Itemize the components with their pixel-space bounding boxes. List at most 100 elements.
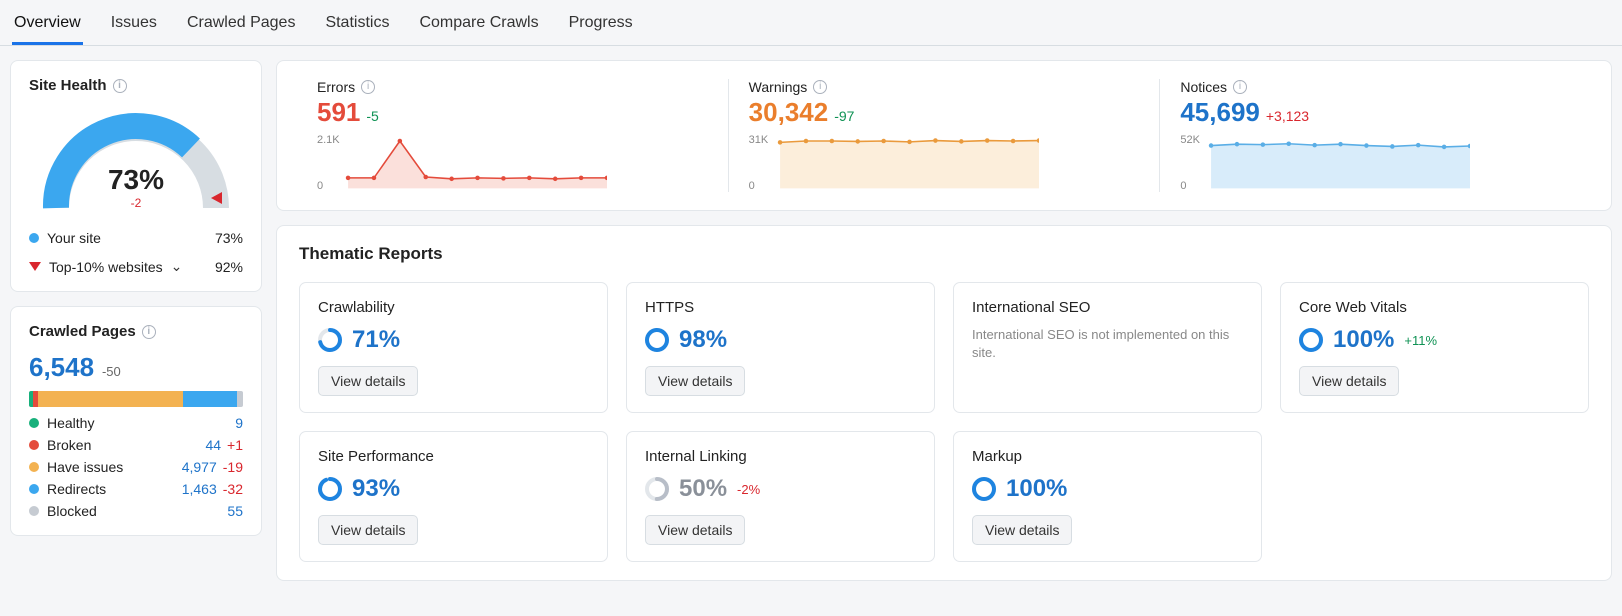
info-icon[interactable]: i: [1233, 80, 1247, 94]
spark-ytick0: 0: [1180, 180, 1186, 192]
info-icon[interactable]: i: [813, 80, 827, 94]
crawled-row[interactable]: Broken 44 +1: [29, 437, 243, 453]
crawled-title: Crawled Pages: [29, 323, 136, 340]
crawled-row-val: 9: [235, 415, 243, 431]
report-pct: 100%: [1333, 326, 1394, 354]
summary-label: Errors: [317, 79, 355, 95]
tab-statistics[interactable]: Statistics: [323, 8, 391, 45]
summary-delta: -97: [834, 108, 854, 124]
crawled-row-label: Blocked: [47, 503, 97, 519]
view-details-button[interactable]: View details: [972, 515, 1072, 545]
dot-icon: [29, 440, 39, 450]
site-health-card: Site Health i 73% -2: [10, 60, 262, 292]
report-title: International SEO: [972, 299, 1243, 316]
dot-icon: [29, 506, 39, 516]
report-title: HTTPS: [645, 299, 916, 316]
info-icon[interactable]: i: [113, 79, 127, 93]
progress-ring-icon: [645, 328, 669, 352]
thematic-title: Thematic Reports: [299, 244, 1589, 264]
progress-ring-icon: [645, 477, 669, 501]
health-pct: 73%: [36, 164, 236, 196]
report-pct: 93%: [352, 475, 400, 503]
crawled-row-val: 55: [227, 503, 243, 519]
crawled-row[interactable]: Redirects 1,463 -32: [29, 481, 243, 497]
crawled-row-delta: -32: [223, 481, 243, 497]
summary-value: 45,699: [1180, 97, 1260, 127]
top-val: 92%: [215, 259, 243, 275]
crawled-row[interactable]: Blocked 55: [29, 503, 243, 519]
report-card-international-seo: International SEO International SEO is no…: [953, 282, 1262, 413]
crawled-row-delta: -19: [223, 459, 243, 475]
report-delta: -2%: [737, 482, 760, 497]
dot-icon: [29, 233, 39, 243]
summary-card: Errorsi591-52.1K0Warningsi30,342-9731K0N…: [276, 60, 1612, 211]
report-delta: +11%: [1404, 333, 1437, 348]
report-pct: 100%: [1006, 475, 1067, 503]
summary-delta: -5: [366, 108, 378, 124]
crawled-row[interactable]: Have issues 4,977 -19: [29, 459, 243, 475]
dot-icon: [29, 462, 39, 472]
dot-icon: [29, 484, 39, 494]
health-delta: -2: [36, 196, 236, 210]
report-title: Internal Linking: [645, 448, 916, 465]
progress-ring-icon: [318, 328, 342, 352]
tab-crawled-pages[interactable]: Crawled Pages: [185, 8, 298, 45]
top10-selector[interactable]: Top-10% websites ⌄: [29, 258, 182, 275]
triangle-down-icon: [29, 262, 41, 271]
report-pct: 98%: [679, 326, 727, 354]
summary-value: 591: [317, 97, 360, 127]
spark-ytick0: 0: [749, 180, 755, 192]
dot-icon: [29, 418, 39, 428]
report-card-site-performance: Site Performance 93% View details: [299, 431, 608, 562]
summary-delta: +3,123: [1266, 108, 1309, 124]
crawled-delta: -50: [102, 364, 121, 379]
report-card-internal-linking: Internal Linking 50% -2% View details: [626, 431, 935, 562]
tab-overview[interactable]: Overview: [12, 8, 83, 45]
crawled-pages-card: Crawled Pages i 6,548 -50 Healthy 9 Broken…: [10, 306, 262, 536]
thematic-reports-card: Thematic Reports Crawlability71%View det…: [276, 225, 1612, 581]
report-card-https: HTTPS 98% View details: [626, 282, 935, 413]
summary-value: 30,342: [749, 97, 829, 127]
site-health-title: Site Health: [29, 77, 107, 94]
crawled-row-label: Redirects: [47, 481, 106, 497]
summary-warnings[interactable]: Warningsi30,342-9731K0: [728, 79, 1160, 192]
summary-label: Warnings: [749, 79, 808, 95]
report-card-core-web-vitals: Core Web Vitals100%+11%View details: [1280, 282, 1589, 413]
spark-ytick: 2.1K: [317, 134, 340, 146]
your-site-label: Your site: [47, 230, 101, 246]
view-details-button[interactable]: View details: [318, 366, 418, 396]
view-details-button[interactable]: View details: [318, 515, 418, 545]
crawled-row[interactable]: Healthy 9: [29, 415, 243, 431]
sparkline: [317, 134, 607, 189]
crawled-row-val: 44: [205, 437, 221, 453]
chevron-down-icon: ⌄: [171, 258, 183, 275]
info-icon[interactable]: i: [361, 80, 375, 94]
view-details-button[interactable]: View details: [645, 515, 745, 545]
report-pct: 50%: [679, 475, 727, 503]
crawled-row-label: Broken: [47, 437, 91, 453]
summary-errors[interactable]: Errorsi591-52.1K0: [297, 79, 728, 192]
view-details-button[interactable]: View details: [645, 366, 745, 396]
report-note: International SEO is not implemented on …: [972, 326, 1243, 362]
report-title: Markup: [972, 448, 1243, 465]
report-title: Site Performance: [318, 448, 589, 465]
tab-issues[interactable]: Issues: [109, 8, 159, 45]
view-details-button[interactable]: View details: [1299, 366, 1399, 396]
crawled-row-label: Healthy: [47, 415, 94, 431]
crawled-row-delta: +1: [227, 437, 243, 453]
your-site-val: 73%: [215, 230, 243, 246]
crawled-row-label: Have issues: [47, 459, 123, 475]
health-gauge: 73% -2: [36, 108, 236, 218]
crawled-row-val: 4,977: [182, 459, 217, 475]
info-icon[interactable]: i: [142, 325, 156, 339]
crawled-total[interactable]: 6,548: [29, 352, 94, 382]
report-title: Crawlability: [318, 299, 589, 316]
tab-progress[interactable]: Progress: [567, 8, 635, 45]
summary-label: Notices: [1180, 79, 1227, 95]
report-card-crawlability: Crawlability71%View details: [299, 282, 608, 413]
summary-notices[interactable]: Noticesi45,699+3,12352K0: [1159, 79, 1591, 192]
top-label: Top-10% websites: [49, 259, 163, 275]
crawled-row-val: 1,463: [182, 481, 217, 497]
tab-compare-crawls[interactable]: Compare Crawls: [417, 8, 540, 45]
sparkline: [1180, 134, 1470, 189]
